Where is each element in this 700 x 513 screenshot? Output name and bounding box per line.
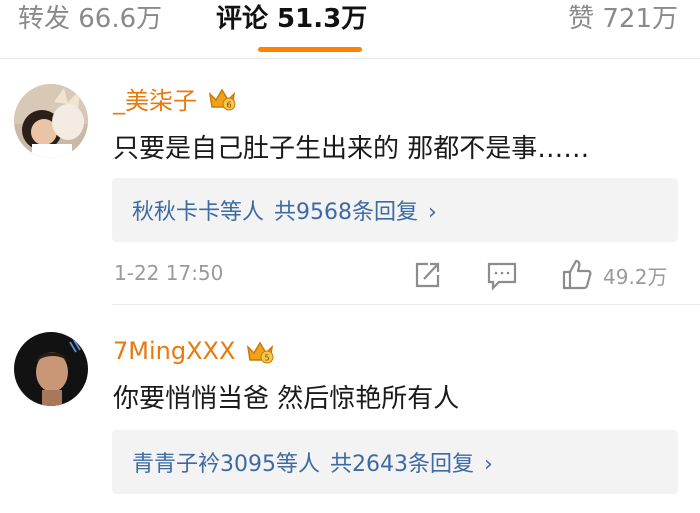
like-count: 49.2万 — [603, 265, 668, 289]
share-icon[interactable] — [410, 258, 444, 292]
tab-like[interactable]: 赞 721万 — [568, 0, 678, 44]
username[interactable]: 7MingXXX — [113, 337, 235, 365]
thumbs-up-icon[interactable] — [560, 258, 594, 292]
comment-meta: 1-22 17:50 49.2万 — [0, 258, 700, 294]
reply-summary[interactable]: 青青子衿3095等人 共2643条回复 › — [112, 430, 678, 494]
svg-text:5: 5 — [265, 354, 270, 363]
comment-text: 你要悄悄当爸 然后惊艳所有人 — [113, 384, 460, 414]
avatar[interactable] — [14, 332, 88, 406]
comment-item: _美柒子 6 只要是自己肚子生出来的 那都不是事…… 秋秋卡卡等人 共9568条回… — [0, 70, 700, 305]
comment-item: 7MingXXX 5 你要悄悄当爸 然后惊艳所有人 青青子衿3095等人 共264… — [0, 315, 700, 513]
avatar[interactable] — [14, 84, 88, 158]
crown-icon: 5 — [245, 338, 275, 364]
username[interactable]: _美柒子 — [113, 81, 197, 116]
reply-summary[interactable]: 秋秋卡卡等人 共9568条回复 › — [112, 178, 678, 242]
comment-divider — [112, 304, 700, 305]
comment-text: 只要是自己肚子生出来的 那都不是事…… — [113, 134, 590, 164]
comment-icon[interactable] — [485, 258, 519, 292]
reply-users: 秋秋卡卡等人 — [132, 200, 265, 225]
chevron-right-icon: › — [428, 200, 437, 225]
reply-summary-text: 青青子衿3095等人 共2643条回复 › — [132, 446, 493, 478]
reply-users: 青青子衿3095等人 — [132, 452, 320, 477]
tabs-divider — [0, 58, 700, 59]
crown-icon: 6 — [207, 85, 237, 111]
active-tab-indicator — [258, 47, 362, 52]
reply-count: 共2643条回复 — [330, 452, 474, 477]
svg-text:6: 6 — [226, 101, 231, 110]
user-row: 7MingXXX 5 — [113, 333, 275, 369]
timestamp: 1-22 17:50 — [114, 261, 224, 285]
reply-count: 共9568条回复 — [274, 200, 419, 225]
reply-summary-text: 秋秋卡卡等人 共9568条回复 › — [132, 194, 437, 226]
user-row: _美柒子 6 — [113, 80, 237, 116]
comment-tabs: 转发 66.6万 评论 51.3万 赞 721万 — [0, 0, 700, 60]
chevron-right-icon: › — [484, 452, 493, 477]
tab-repost[interactable]: 转发 66.6万 — [18, 0, 162, 44]
